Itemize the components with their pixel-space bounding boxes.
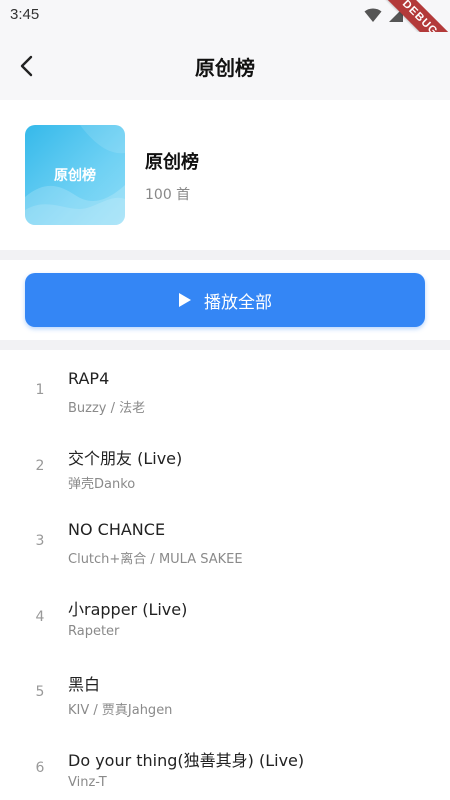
app-root: 3:45 DEBUG 原创榜 原创榜 原创榜 100 首 播放全部 1 RAP4… (0, 0, 450, 800)
song-row[interactable]: 5 黑白 KIV / 贾真Jahgen (0, 654, 450, 730)
song-row[interactable]: 6 Do your thing(独善其身) (Live) Vinz-T (0, 730, 450, 800)
play-all-button[interactable]: 播放全部 (25, 273, 425, 327)
app-bar: 原创榜 (0, 32, 450, 100)
song-artist: Clutch+离合 / MULA SAKEE (68, 552, 243, 567)
page-title: 原创榜 (195, 56, 255, 80)
song-artist: 弹壳Danko (68, 476, 136, 492)
playlist-header: 原创榜 原创榜 100 首 (0, 100, 450, 250)
song-index: 4 (35, 608, 45, 625)
song-index: 5 (35, 684, 45, 700)
section-divider (0, 340, 450, 350)
song-row[interactable]: 3 NO CHANCE Clutch+离合 / MULA SAKEE (0, 503, 450, 579)
cover-label: 原创榜 (54, 168, 96, 184)
song-list: 1 RAP4 Buzzy / 法老 2 交个朋友 (Live) 弹壳Danko … (0, 352, 450, 800)
song-index: 2 (35, 457, 45, 474)
section-divider (0, 250, 450, 260)
song-row[interactable]: 4 小rapper (Live) Rapeter (0, 579, 450, 655)
song-title: Do your thing(独善其身) (Live) (68, 750, 305, 770)
song-row[interactable]: 1 RAP4 Buzzy / 法老 (0, 352, 450, 428)
play-icon (179, 293, 191, 307)
wifi-icon (364, 8, 382, 22)
playlist-count: 100 首 (145, 187, 191, 203)
song-index: 6 (35, 759, 45, 776)
song-title: NO CHANCE (68, 520, 166, 539)
song-artist: Buzzy / 法老 (68, 401, 146, 416)
song-artist: Vinz-T (68, 774, 107, 790)
status-time: 3:45 (10, 6, 40, 23)
playlist-cover[interactable]: 原创榜 (25, 125, 125, 225)
song-index: 3 (35, 533, 45, 549)
song-title: 小rapper (Live) (68, 599, 188, 619)
song-title: 交个朋友 (Live) (68, 448, 183, 468)
song-artist: Rapeter (68, 623, 120, 639)
song-title: RAP4 (68, 369, 110, 388)
song-artist: KIV / 贾真Jahgen (68, 703, 173, 718)
song-row[interactable]: 2 交个朋友 (Live) 弹壳Danko (0, 428, 450, 504)
song-index: 1 (35, 382, 45, 398)
status-bar: 3:45 DEBUG (0, 0, 450, 75)
play-all-label: 播放全部 (204, 292, 272, 313)
song-title: 黑白 (68, 675, 101, 694)
playlist-name: 原创榜 (145, 152, 199, 173)
